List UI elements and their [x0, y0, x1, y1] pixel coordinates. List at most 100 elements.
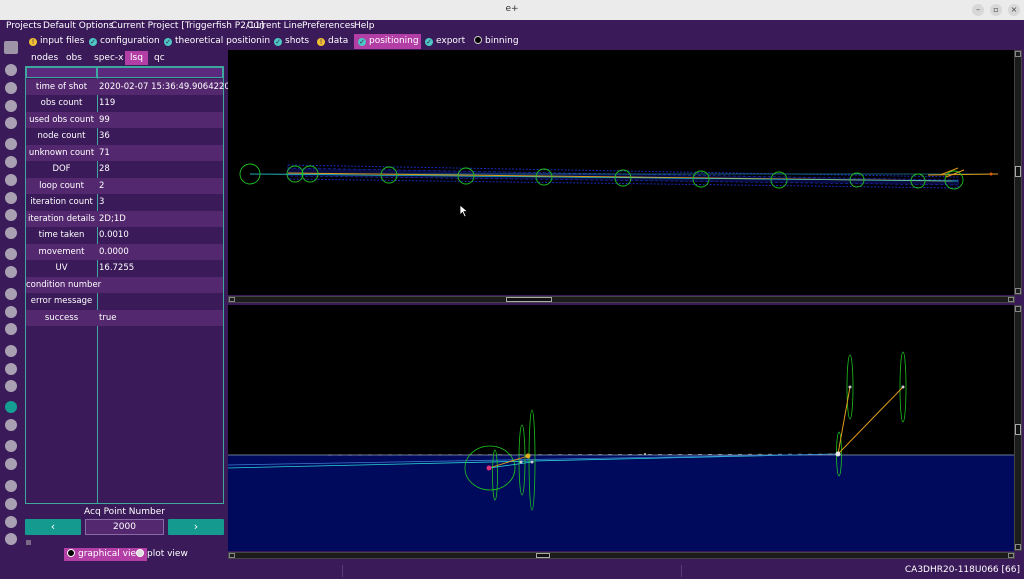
row-value: 28: [99, 164, 110, 174]
tool-icon[interactable]: [5, 227, 17, 239]
tab-input-files[interactable]: ! input files: [25, 34, 90, 49]
tool-icon[interactable]: [5, 117, 17, 129]
tool-icon[interactable]: [5, 82, 17, 94]
acq-point-input[interactable]: 2000: [85, 519, 164, 535]
tool-icon[interactable]: [5, 345, 17, 357]
mouse-cursor-icon: [459, 204, 469, 218]
plan-view-horizontal-scrollbar[interactable]: [228, 296, 1015, 303]
section-view-vertical-scrollbar[interactable]: [1014, 305, 1022, 551]
scroll-handle[interactable]: [26, 540, 31, 545]
tool-icon[interactable]: [5, 288, 17, 300]
menu-help[interactable]: Help: [354, 21, 375, 31]
row-key: time of shot: [35, 82, 88, 92]
scroll-up-icon[interactable]: [1015, 51, 1021, 57]
tab-configuration[interactable]: ✓ configuration: [85, 34, 165, 49]
table-row: iteration count 3: [26, 194, 223, 210]
tool-icon[interactable]: [5, 248, 17, 260]
menu-projects[interactable]: Projects: [6, 21, 41, 31]
warning-icon: !: [317, 38, 325, 46]
menu-current-line[interactable]: Current Line: [247, 21, 302, 31]
menu-default-options[interactable]: Default Options: [43, 21, 113, 31]
row-value: 36: [99, 131, 110, 141]
row-value: 3: [99, 197, 105, 207]
tool-icon[interactable]: [5, 138, 17, 150]
tool-icon[interactable]: [5, 380, 17, 392]
tool-icon[interactable]: [5, 533, 17, 545]
scroll-up-icon[interactable]: [1015, 306, 1021, 312]
plan-view-vertical-scrollbar[interactable]: [1014, 50, 1022, 295]
minimize-icon[interactable]: –: [972, 4, 984, 16]
table-row: iteration details 2D;1D: [26, 211, 223, 227]
section-view-horizontal-scrollbar[interactable]: [228, 552, 1015, 559]
tool-icon[interactable]: [5, 266, 17, 278]
scroll-right-icon[interactable]: [1008, 297, 1014, 302]
pending-icon: [474, 36, 482, 44]
tool-icon[interactable]: [5, 192, 17, 204]
tab-positioning[interactable]: ✓ positioning: [354, 34, 424, 49]
table-row: UV 16.7255: [26, 260, 223, 276]
tab-shots[interactable]: ✓ shots: [270, 34, 315, 49]
tool-icon[interactable]: [5, 174, 17, 186]
tool-icon[interactable]: [5, 498, 17, 510]
acq-point-label: Acq Point Number: [84, 507, 165, 517]
tool-icon[interactable]: [5, 440, 17, 452]
table-row: used obs count 99: [26, 112, 223, 128]
panel-scrollbar[interactable]: [25, 540, 224, 546]
row-value: 119: [99, 98, 116, 108]
table-row: loop count 2: [26, 178, 223, 194]
plan-view-canvas[interactable]: [228, 50, 1015, 295]
subtab-obs[interactable]: obs: [61, 51, 87, 65]
subtab-lsq[interactable]: lsq: [125, 51, 148, 65]
scroll-thumb[interactable]: [1015, 424, 1021, 435]
tool-icon[interactable]: [5, 306, 17, 318]
row-key: obs count: [40, 98, 83, 108]
section-view-canvas[interactable]: [228, 305, 1015, 551]
subtab-qc[interactable]: qc: [149, 51, 170, 65]
tool-icon[interactable]: [5, 64, 17, 76]
table-row: time of shot 2020-02-07 15:36:49.90642200…: [26, 79, 241, 95]
tool-icon-column: [0, 33, 22, 573]
tab-binning[interactable]: binning: [470, 34, 524, 49]
tool-icon[interactable]: [5, 323, 17, 335]
scroll-thumb[interactable]: [506, 297, 552, 302]
table-row: time taken 0.0010: [26, 227, 223, 243]
row-key: iteration count: [30, 197, 93, 207]
maximize-icon[interactable]: ▫: [990, 4, 1002, 16]
scroll-thumb[interactable]: [536, 553, 550, 558]
tool-icon[interactable]: [5, 516, 17, 528]
table-row: obs count 119: [26, 95, 223, 111]
scroll-down-icon[interactable]: [1015, 288, 1021, 294]
subtab-spec-x[interactable]: spec-x: [89, 51, 129, 65]
close-icon[interactable]: ×: [1008, 4, 1020, 16]
scroll-left-icon[interactable]: [229, 553, 235, 558]
scroll-thumb[interactable]: [1015, 166, 1021, 177]
row-value: 99: [99, 115, 110, 125]
tool-icon[interactable]: [5, 419, 17, 431]
menu-current-project[interactable]: Current Project [Triggerfish P2/11]: [111, 21, 264, 31]
home-icon[interactable]: [4, 41, 18, 54]
tool-icon[interactable]: [5, 363, 17, 375]
tab-plot-view[interactable]: plot view: [133, 548, 192, 561]
tool-icon[interactable]: [5, 209, 17, 221]
tool-icon[interactable]: [5, 100, 17, 112]
next-button[interactable]: ›: [168, 519, 224, 535]
scroll-left-icon[interactable]: [229, 297, 235, 302]
row-value: 2020-02-07 15:36:49.906422000: [99, 82, 241, 92]
scroll-down-icon[interactable]: [1015, 544, 1021, 550]
tab-theoretical-positioning[interactable]: ✓ theoretical positioning: [160, 34, 281, 49]
tab-export[interactable]: ✓ export: [421, 34, 471, 49]
subtab-nodes[interactable]: nodes: [26, 51, 64, 65]
prev-button[interactable]: ‹: [25, 519, 81, 535]
row-key: used obs count: [29, 115, 94, 125]
tool-icon[interactable]: [5, 480, 17, 492]
check-icon: ✓: [358, 38, 366, 46]
row-key: time taken: [38, 230, 85, 240]
row-value: true: [99, 313, 117, 323]
tool-icon[interactable]: [5, 458, 17, 470]
row-value: 2D;1D: [99, 214, 126, 224]
active-tool-icon[interactable]: [5, 401, 17, 413]
tab-data[interactable]: ! data: [313, 34, 354, 49]
tool-icon[interactable]: [5, 156, 17, 168]
scroll-right-icon[interactable]: [1008, 553, 1014, 558]
menu-preferences[interactable]: Preferences: [302, 21, 355, 31]
